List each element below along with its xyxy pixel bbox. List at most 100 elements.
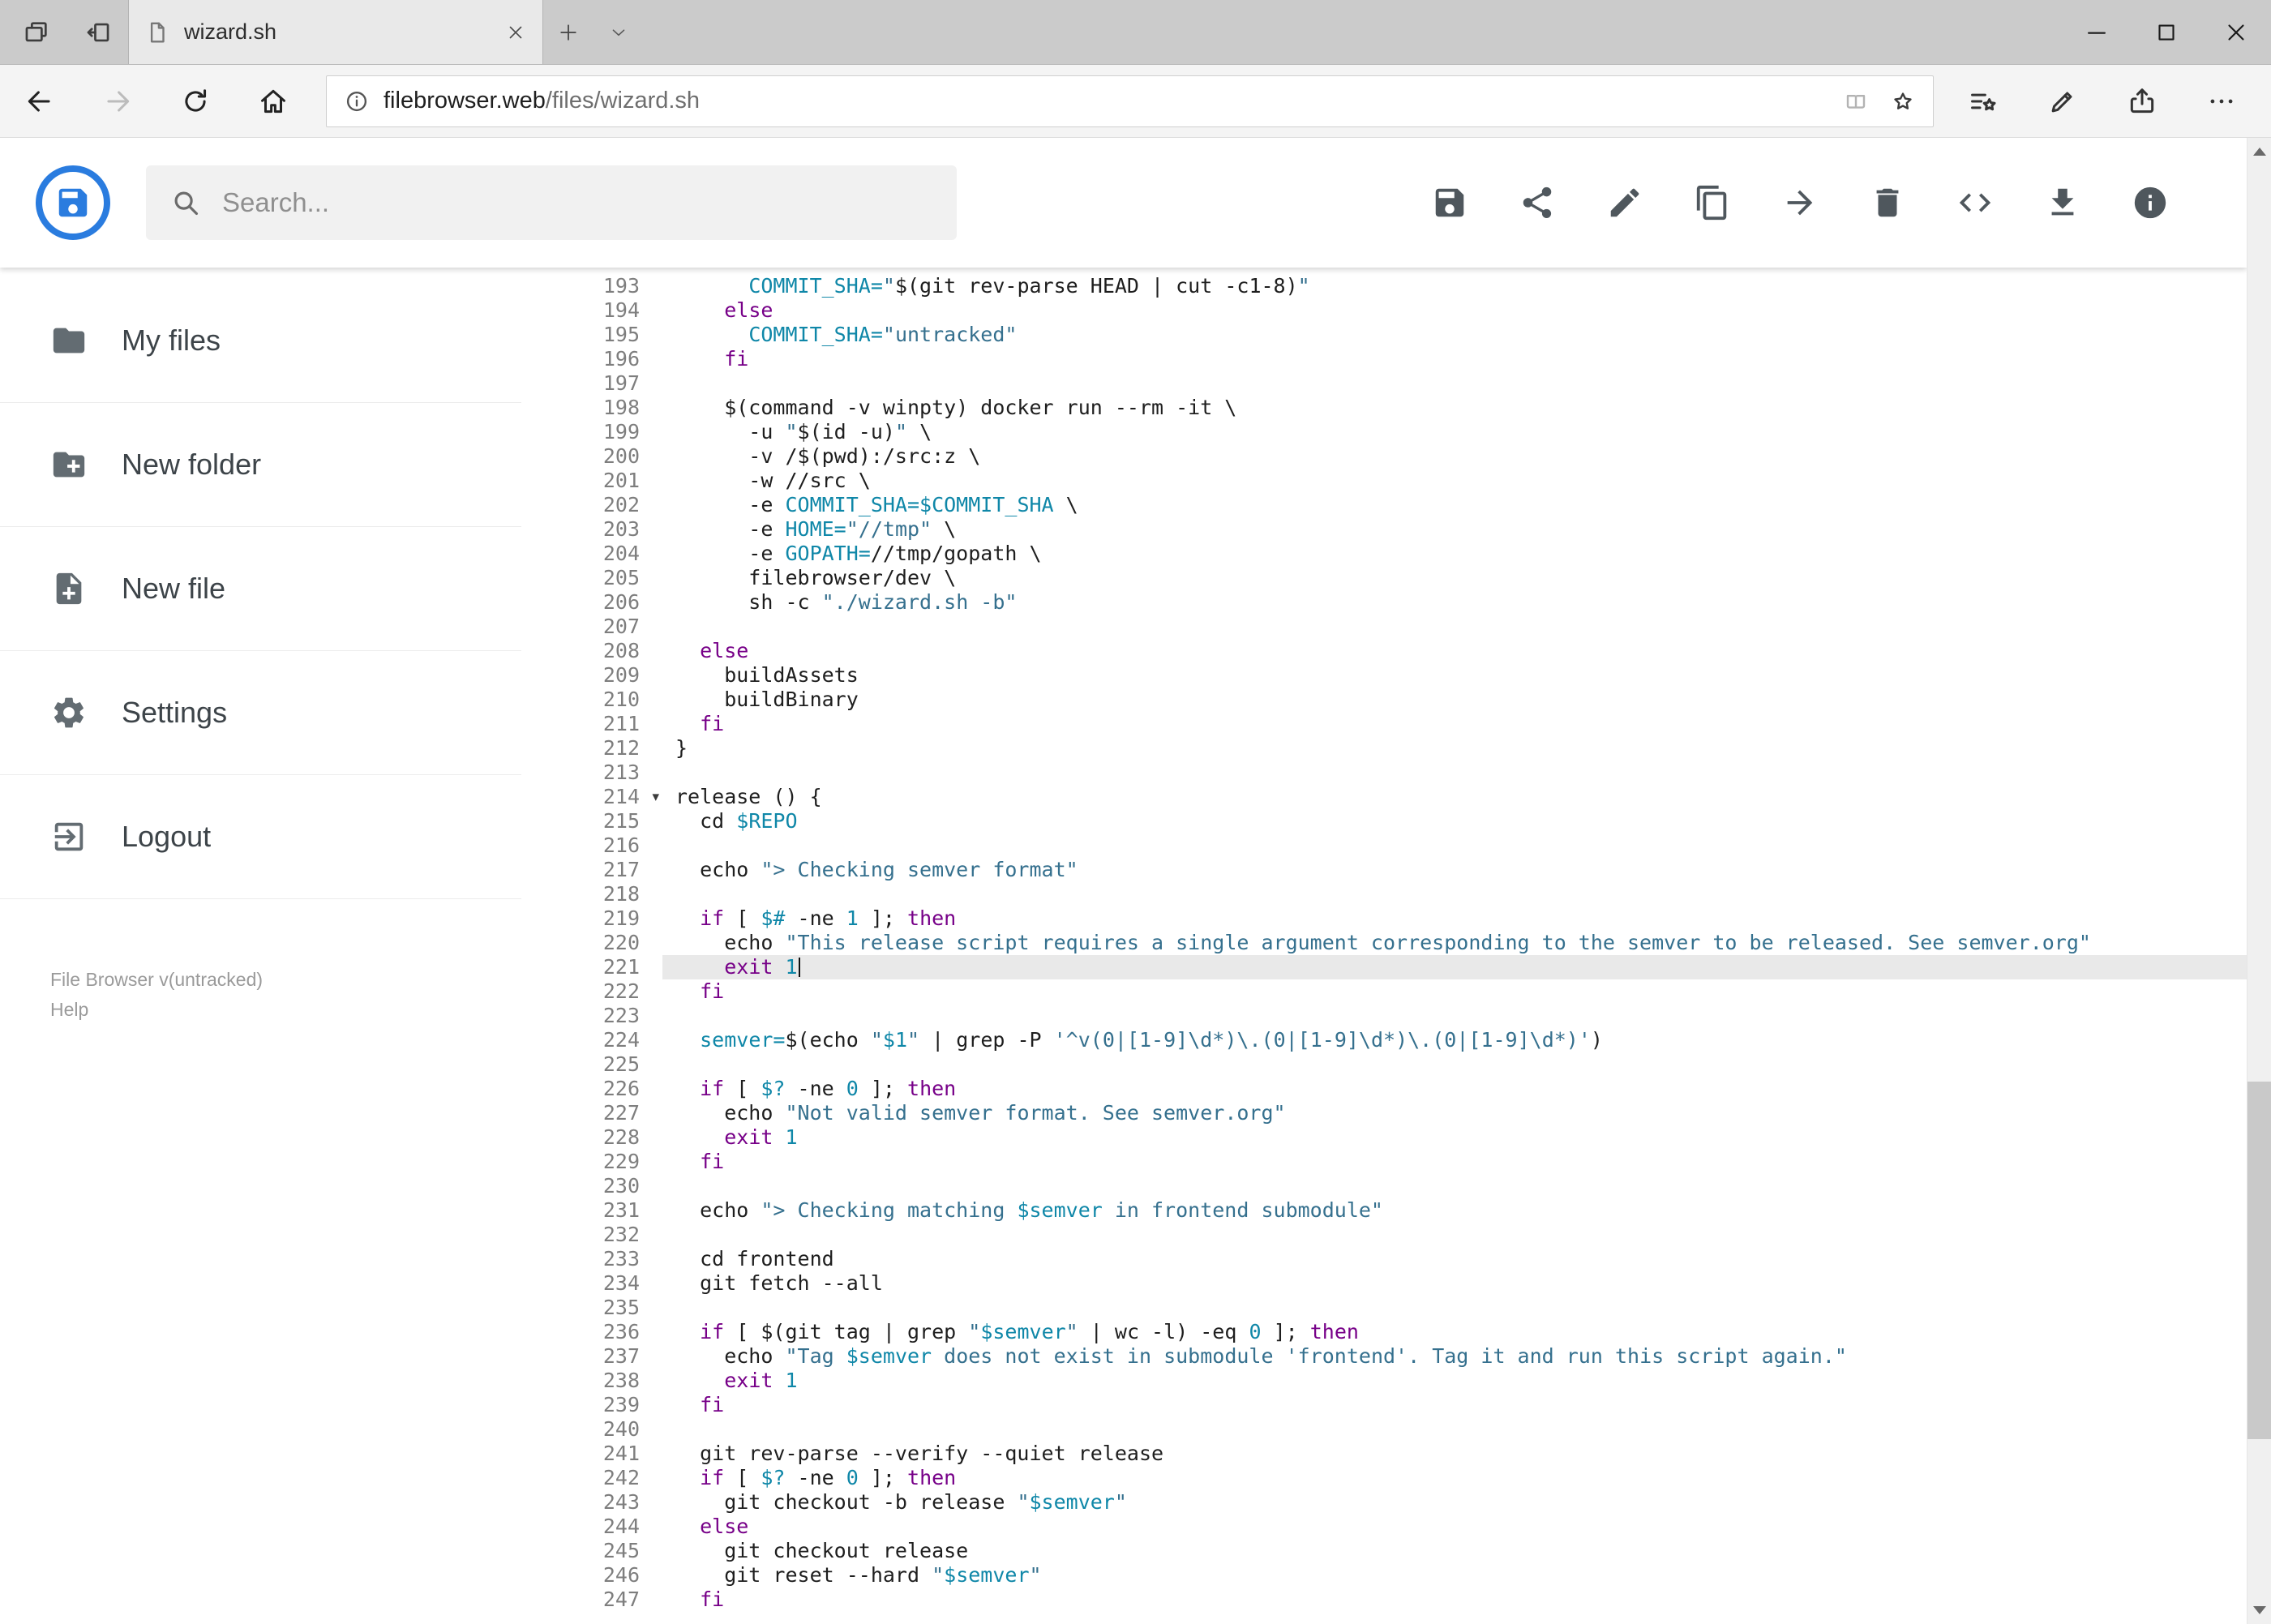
code-line[interactable]: 244 else — [521, 1515, 2247, 1539]
annotate-button[interactable] — [2036, 72, 2089, 131]
code-line[interactable]: 237 echo "Tag $semver does not exist in … — [521, 1344, 2247, 1369]
code-line[interactable]: 227 echo "Not valid semver format. See s… — [521, 1101, 2247, 1125]
code-line[interactable]: 241 git rev-parse --verify --quiet relea… — [521, 1442, 2247, 1466]
info-button[interactable] — [2132, 184, 2169, 221]
code-line[interactable]: 239 fi — [521, 1393, 2247, 1417]
search-bar[interactable] — [146, 165, 957, 240]
code-line[interactable]: 199 -u "$(id -u)" \ — [521, 420, 2247, 444]
code-line[interactable]: 195 COMMIT_SHA="untracked" — [521, 323, 2247, 347]
tab-preview-button[interactable] — [11, 0, 62, 64]
code-line[interactable]: 221 exit 1 — [521, 955, 2247, 979]
sidebar-item-settings[interactable]: Settings — [0, 651, 521, 775]
edit-button[interactable] — [1606, 184, 1643, 221]
code-line[interactable]: 194 else — [521, 298, 2247, 323]
save-button[interactable] — [1431, 184, 1468, 221]
code-line[interactable]: 206 sh -c "./wizard.sh -b" — [521, 590, 2247, 615]
page-scrollbar[interactable] — [2247, 138, 2271, 1624]
delete-button[interactable] — [1869, 184, 1906, 221]
close-window-button[interactable] — [2201, 0, 2271, 64]
move-button[interactable] — [1781, 184, 1819, 221]
refresh-button[interactable] — [169, 72, 222, 131]
code-line[interactable]: 224 semver=$(echo "$1" | grep -P '^v(0|[… — [521, 1028, 2247, 1052]
code-line[interactable]: 240 — [521, 1417, 2247, 1442]
code-line[interactable]: 198 $(command -v winpty) docker run --rm… — [521, 396, 2247, 420]
address-bar[interactable]: filebrowser.web/files/wizard.sh — [326, 75, 1934, 127]
code-line[interactable]: 247 fi — [521, 1588, 2247, 1612]
code-line[interactable]: 225 — [521, 1052, 2247, 1077]
code-editor[interactable]: 193 COMMIT_SHA="$(git rev-parse HEAD | c… — [521, 268, 2247, 1624]
help-link[interactable]: Help — [50, 995, 263, 1025]
code-line[interactable]: 243 git checkout -b release "$semver" — [521, 1490, 2247, 1515]
code-line[interactable]: 231 echo "> Checking matching $semver in… — [521, 1198, 2247, 1223]
set-tabs-aside-button[interactable] — [73, 0, 123, 64]
code-line[interactable]: 216 — [521, 833, 2247, 858]
download-button[interactable] — [2044, 184, 2081, 221]
sidebar-item-new-file[interactable]: New file — [0, 527, 521, 651]
code-line[interactable]: 215 cd $REPO — [521, 809, 2247, 833]
code-line[interactable]: 204 -e GOPATH=//tmp/gopath \ — [521, 542, 2247, 566]
code-line[interactable]: 205 filebrowser/dev \ — [521, 566, 2247, 590]
code-line[interactable]: 220 echo "This release script requires a… — [521, 931, 2247, 955]
code-line[interactable]: 226 if [ $? -ne 0 ]; then — [521, 1077, 2247, 1101]
code-line[interactable]: 193 COMMIT_SHA="$(git rev-parse HEAD | c… — [521, 274, 2247, 298]
more-button[interactable] — [2195, 72, 2248, 131]
maximize-button[interactable] — [2132, 0, 2201, 64]
favorite-button[interactable] — [1891, 89, 1915, 114]
code-line[interactable]: 211 fi — [521, 712, 2247, 736]
code-line[interactable]: 245 git checkout release — [521, 1539, 2247, 1563]
forward-button[interactable] — [91, 72, 144, 131]
code-line[interactable]: 232 — [521, 1223, 2247, 1247]
hub-button[interactable] — [1956, 72, 2010, 131]
share-file-button[interactable] — [1519, 184, 1556, 221]
sidebar-item-my-files[interactable]: My files — [0, 279, 521, 403]
code-line[interactable]: 223 — [521, 1004, 2247, 1028]
copy-button[interactable] — [1694, 184, 1731, 221]
tab-close-button[interactable] — [505, 22, 526, 43]
code-line[interactable]: 228 exit 1 — [521, 1125, 2247, 1150]
share-button[interactable] — [2115, 72, 2169, 131]
code-line[interactable]: 209 buildAssets — [521, 663, 2247, 688]
code-line[interactable]: 217 echo "> Checking semver format" — [521, 858, 2247, 882]
minimize-button[interactable] — [2062, 0, 2132, 64]
code-view-button[interactable] — [1956, 184, 1994, 221]
code-line[interactable]: 202 -e COMMIT_SHA=$COMMIT_SHA \ — [521, 493, 2247, 517]
code-line[interactable]: 230 — [521, 1174, 2247, 1198]
code-line[interactable]: 233 cd frontend — [521, 1247, 2247, 1271]
code-line[interactable]: 212} — [521, 736, 2247, 761]
sidebar-item-new-folder[interactable]: New folder — [0, 403, 521, 527]
code-line[interactable]: 246 git reset --hard "$semver" — [521, 1563, 2247, 1588]
code-line[interactable]: 208 else — [521, 639, 2247, 663]
scrollbar-down-arrow[interactable] — [2247, 1596, 2271, 1624]
filebrowser-logo[interactable] — [36, 165, 110, 240]
code-line[interactable]: 229 fi — [521, 1150, 2247, 1174]
fold-arrow-icon[interactable]: ▾ — [652, 785, 659, 809]
code-line[interactable]: 203 -e HOME="//tmp" \ — [521, 517, 2247, 542]
scrollbar-track[interactable] — [2247, 165, 2271, 1596]
code-line[interactable]: 236 if [ $(git tag | grep "$semver" | wc… — [521, 1320, 2247, 1344]
scrollbar-up-arrow[interactable] — [2247, 138, 2271, 165]
code-line[interactable]: 238 exit 1 — [521, 1369, 2247, 1393]
page-info-icon[interactable] — [345, 89, 369, 114]
back-button[interactable] — [13, 72, 66, 131]
home-button[interactable] — [246, 72, 300, 131]
code-line[interactable]: 218 — [521, 882, 2247, 906]
code-line[interactable]: 197 — [521, 371, 2247, 396]
tab-dropdown-button[interactable] — [593, 0, 644, 64]
code-line[interactable]: 201 -w //src \ — [521, 469, 2247, 493]
sidebar-item-logout[interactable]: Logout — [0, 775, 521, 899]
reading-view-button[interactable] — [1844, 89, 1868, 114]
scrollbar-thumb[interactable] — [2247, 1081, 2271, 1439]
browser-tab[interactable]: wizard.sh — [128, 0, 543, 64]
code-line[interactable]: 214 ▾ release () { — [521, 785, 2247, 809]
code-line[interactable]: 196 fi — [521, 347, 2247, 371]
url-text[interactable]: filebrowser.web/files/wizard.sh — [383, 88, 700, 114]
code-line[interactable]: 234 git fetch --all — [521, 1271, 2247, 1296]
code-line[interactable]: 213 — [521, 761, 2247, 785]
code-line[interactable]: 200 -v /$(pwd):/src:z \ — [521, 444, 2247, 469]
code-line[interactable]: 235 — [521, 1296, 2247, 1320]
code-line[interactable]: 242 if [ $? -ne 0 ]; then — [521, 1466, 2247, 1490]
code-line[interactable]: 207 — [521, 615, 2247, 639]
code-line[interactable]: 222 fi — [521, 979, 2247, 1004]
code-line[interactable]: 210 buildBinary — [521, 688, 2247, 712]
new-tab-button[interactable] — [543, 0, 593, 64]
